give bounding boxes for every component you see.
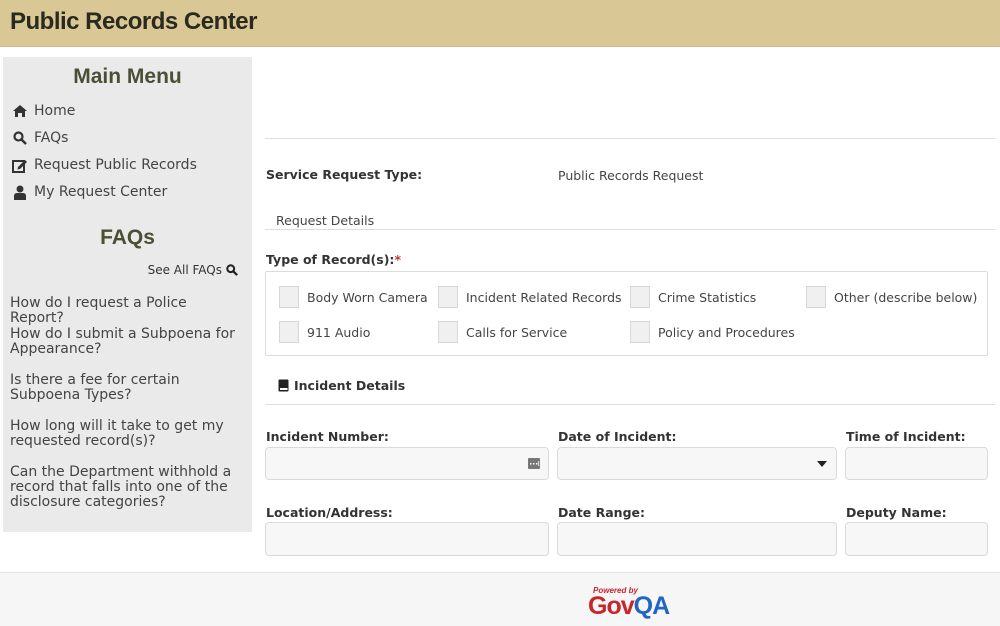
- sidebar-item-label: Home: [34, 103, 76, 119]
- search-icon: [11, 130, 29, 146]
- faq-link[interactable]: How long will it take to get my requeste…: [10, 419, 242, 449]
- sidebar: Main Menu Home FAQs Request Public Recor…: [3, 57, 252, 532]
- checkbox[interactable]: [279, 286, 299, 308]
- divider: [265, 138, 995, 139]
- incident-details-text: Incident Details: [294, 378, 406, 393]
- page-footer: Powered by GovQA: [0, 572, 1000, 626]
- edit-icon: [11, 157, 29, 173]
- checkbox-label: Body Worn Camera: [307, 289, 428, 305]
- checkbox[interactable]: [630, 286, 650, 308]
- brand-qa: QA: [633, 592, 670, 620]
- page-header: Public Records Center: [0, 0, 1000, 47]
- location-address-label: Location/Address:: [266, 505, 393, 520]
- type-of-records-text: Type of Record(s):: [266, 252, 395, 267]
- checkbox[interactable]: [630, 321, 650, 343]
- checkbox-label: Calls for Service: [466, 324, 568, 340]
- service-request-type-value: Public Records Request: [558, 168, 704, 183]
- chevron-down-icon: [817, 461, 827, 467]
- sidebar-item-label: Request Public Records: [34, 157, 197, 173]
- faq-link[interactable]: How do I request a Police Report?: [10, 296, 242, 326]
- book-icon: [278, 379, 289, 392]
- see-all-faqs-label: See All FAQs: [147, 263, 222, 277]
- divider: [265, 229, 995, 230]
- govqa-logo[interactable]: Powered by GovQA: [586, 586, 676, 622]
- time-of-incident-label: Time of Incident:: [846, 429, 966, 444]
- checkbox-incident-related-records[interactable]: Incident Related Records: [438, 286, 622, 308]
- app-title: Public Records Center: [10, 8, 257, 35]
- date-range-label: Date Range:: [558, 505, 645, 520]
- sidebar-item-home[interactable]: Home: [11, 100, 75, 122]
- type-of-records-label: Type of Record(s):*: [266, 252, 401, 267]
- request-details-heading: Request Details: [276, 213, 375, 228]
- time-of-incident-input[interactable]: [845, 447, 988, 480]
- faqs-title: FAQs: [100, 226, 155, 249]
- faq-link[interactable]: Can the Department withhold a record tha…: [10, 465, 242, 510]
- sidebar-item-my-request-center[interactable]: My Request Center: [11, 181, 167, 203]
- sidebar-item-faqs[interactable]: FAQs: [11, 127, 68, 149]
- date-of-incident-select[interactable]: [557, 447, 837, 480]
- see-all-faqs-link[interactable]: See All FAQs: [148, 263, 238, 277]
- record-types-group: Body Worn Camera Incident Related Record…: [265, 271, 988, 356]
- checkbox-label: Policy and Procedures: [658, 324, 795, 340]
- faq-link[interactable]: How do I submit a Subpoena for Appearanc…: [10, 327, 242, 357]
- checkbox-policy-and-procedures[interactable]: Policy and Procedures: [630, 321, 795, 343]
- checkbox-911-audio[interactable]: 911 Audio: [279, 321, 370, 343]
- checkbox[interactable]: [279, 321, 299, 343]
- checkbox-label: Other (describe below): [834, 289, 978, 305]
- checkbox-calls-for-service[interactable]: Calls for Service: [438, 321, 567, 343]
- home-icon: [11, 103, 29, 119]
- checkbox-label: Incident Related Records: [466, 289, 622, 305]
- deputy-name-label: Deputy Name:: [846, 505, 947, 520]
- sidebar-item-label: My Request Center: [34, 184, 168, 200]
- govqa-wordmark: GovQA: [588, 592, 670, 621]
- main-menu-title: Main Menu: [73, 65, 182, 88]
- date-of-incident-label: Date of Incident:: [558, 429, 677, 444]
- checkbox-label: Crime Statistics: [658, 289, 757, 305]
- checkbox[interactable]: [806, 286, 826, 308]
- service-request-type-label: Service Request Type:: [266, 167, 423, 182]
- checkbox-crime-statistics[interactable]: Crime Statistics: [630, 286, 756, 308]
- search-icon: [226, 264, 238, 276]
- deputy-name-input[interactable]: [845, 522, 988, 556]
- date-range-input[interactable]: [557, 522, 837, 556]
- required-marker: *: [394, 252, 401, 267]
- sidebar-item-label: FAQs: [34, 130, 69, 146]
- checkbox[interactable]: [438, 286, 458, 308]
- checkbox-label: 911 Audio: [307, 324, 371, 340]
- location-address-input[interactable]: [265, 522, 549, 556]
- incident-details-heading: Incident Details: [278, 378, 405, 393]
- brand-gov: Gov: [588, 592, 635, 620]
- incident-number-label: Incident Number:: [266, 429, 389, 444]
- divider: [265, 404, 995, 405]
- incident-number-input[interactable]: [265, 447, 549, 480]
- checkbox-other[interactable]: Other (describe below): [806, 286, 977, 308]
- sidebar-item-request-public-records[interactable]: Request Public Records: [11, 154, 197, 176]
- faq-link[interactable]: Is there a fee for certain Subpoena Type…: [10, 373, 242, 403]
- checkbox-body-worn-camera[interactable]: Body Worn Camera: [279, 286, 428, 308]
- user-icon: [11, 184, 29, 200]
- checkbox[interactable]: [438, 321, 458, 343]
- autofill-icon: [528, 458, 540, 469]
